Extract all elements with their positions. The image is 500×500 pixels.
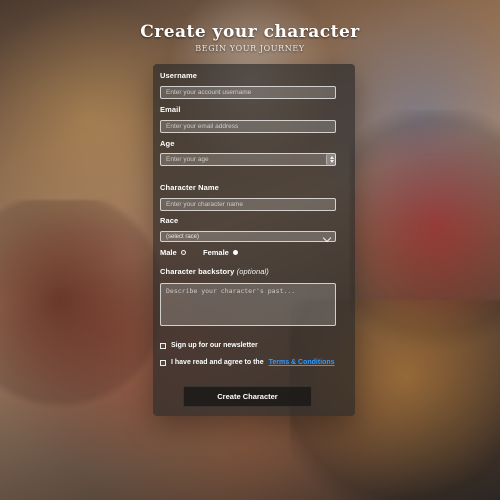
background-art-right — [350, 110, 500, 370]
newsletter-label: Sign up for our newsletter — [171, 342, 258, 349]
character-name-label: Character Name — [160, 183, 219, 192]
terms-link[interactable]: Terms & Conditions — [269, 359, 335, 366]
character-name-input[interactable] — [160, 198, 336, 211]
newsletter-checkbox[interactable] — [160, 342, 166, 349]
page-title: Create your character — [140, 22, 360, 42]
gender-radio-group: Male Female — [160, 248, 336, 258]
age-stepper-icon[interactable] — [326, 154, 336, 165]
gender-female-radio[interactable] — [232, 250, 238, 255]
gender-male-radio[interactable] — [180, 250, 186, 255]
page-subtitle: Begin your journey — [195, 44, 305, 53]
terms-checkbox-row[interactable]: I have read and agree to the Terms & Con… — [160, 359, 335, 366]
username-label: Username — [160, 71, 198, 80]
backstory-label: Character backstory (optional) — [160, 267, 269, 276]
username-input[interactable] — [160, 86, 336, 99]
race-select[interactable]: (select race) — [160, 231, 336, 243]
gender-option-male[interactable]: Male — [160, 248, 186, 257]
gender-female-label: Female — [203, 248, 229, 257]
terms-checkbox[interactable] — [160, 359, 166, 366]
race-label: Race — [160, 216, 179, 225]
age-input[interactable] — [160, 153, 336, 166]
gender-male-label: Male — [160, 248, 177, 257]
backstory-textarea[interactable] — [160, 283, 336, 326]
terms-prefix: I have read and agree to the — [171, 359, 264, 366]
gender-option-female[interactable]: Female — [203, 248, 238, 257]
backstory-optional-text: (optional) — [236, 267, 269, 276]
chevron-down-icon — [322, 233, 332, 243]
email-input[interactable] — [160, 120, 336, 133]
page-background: Create your character Begin your journey… — [0, 0, 500, 500]
email-label: Email — [160, 105, 181, 114]
create-character-button[interactable]: Create Character — [183, 386, 312, 407]
race-selected-value: (select race) — [166, 234, 200, 240]
backstory-label-text: Character backstory — [160, 267, 235, 276]
newsletter-checkbox-row[interactable]: Sign up for our newsletter — [160, 342, 258, 349]
background-art-left — [0, 200, 160, 420]
age-label: Age — [160, 139, 175, 148]
